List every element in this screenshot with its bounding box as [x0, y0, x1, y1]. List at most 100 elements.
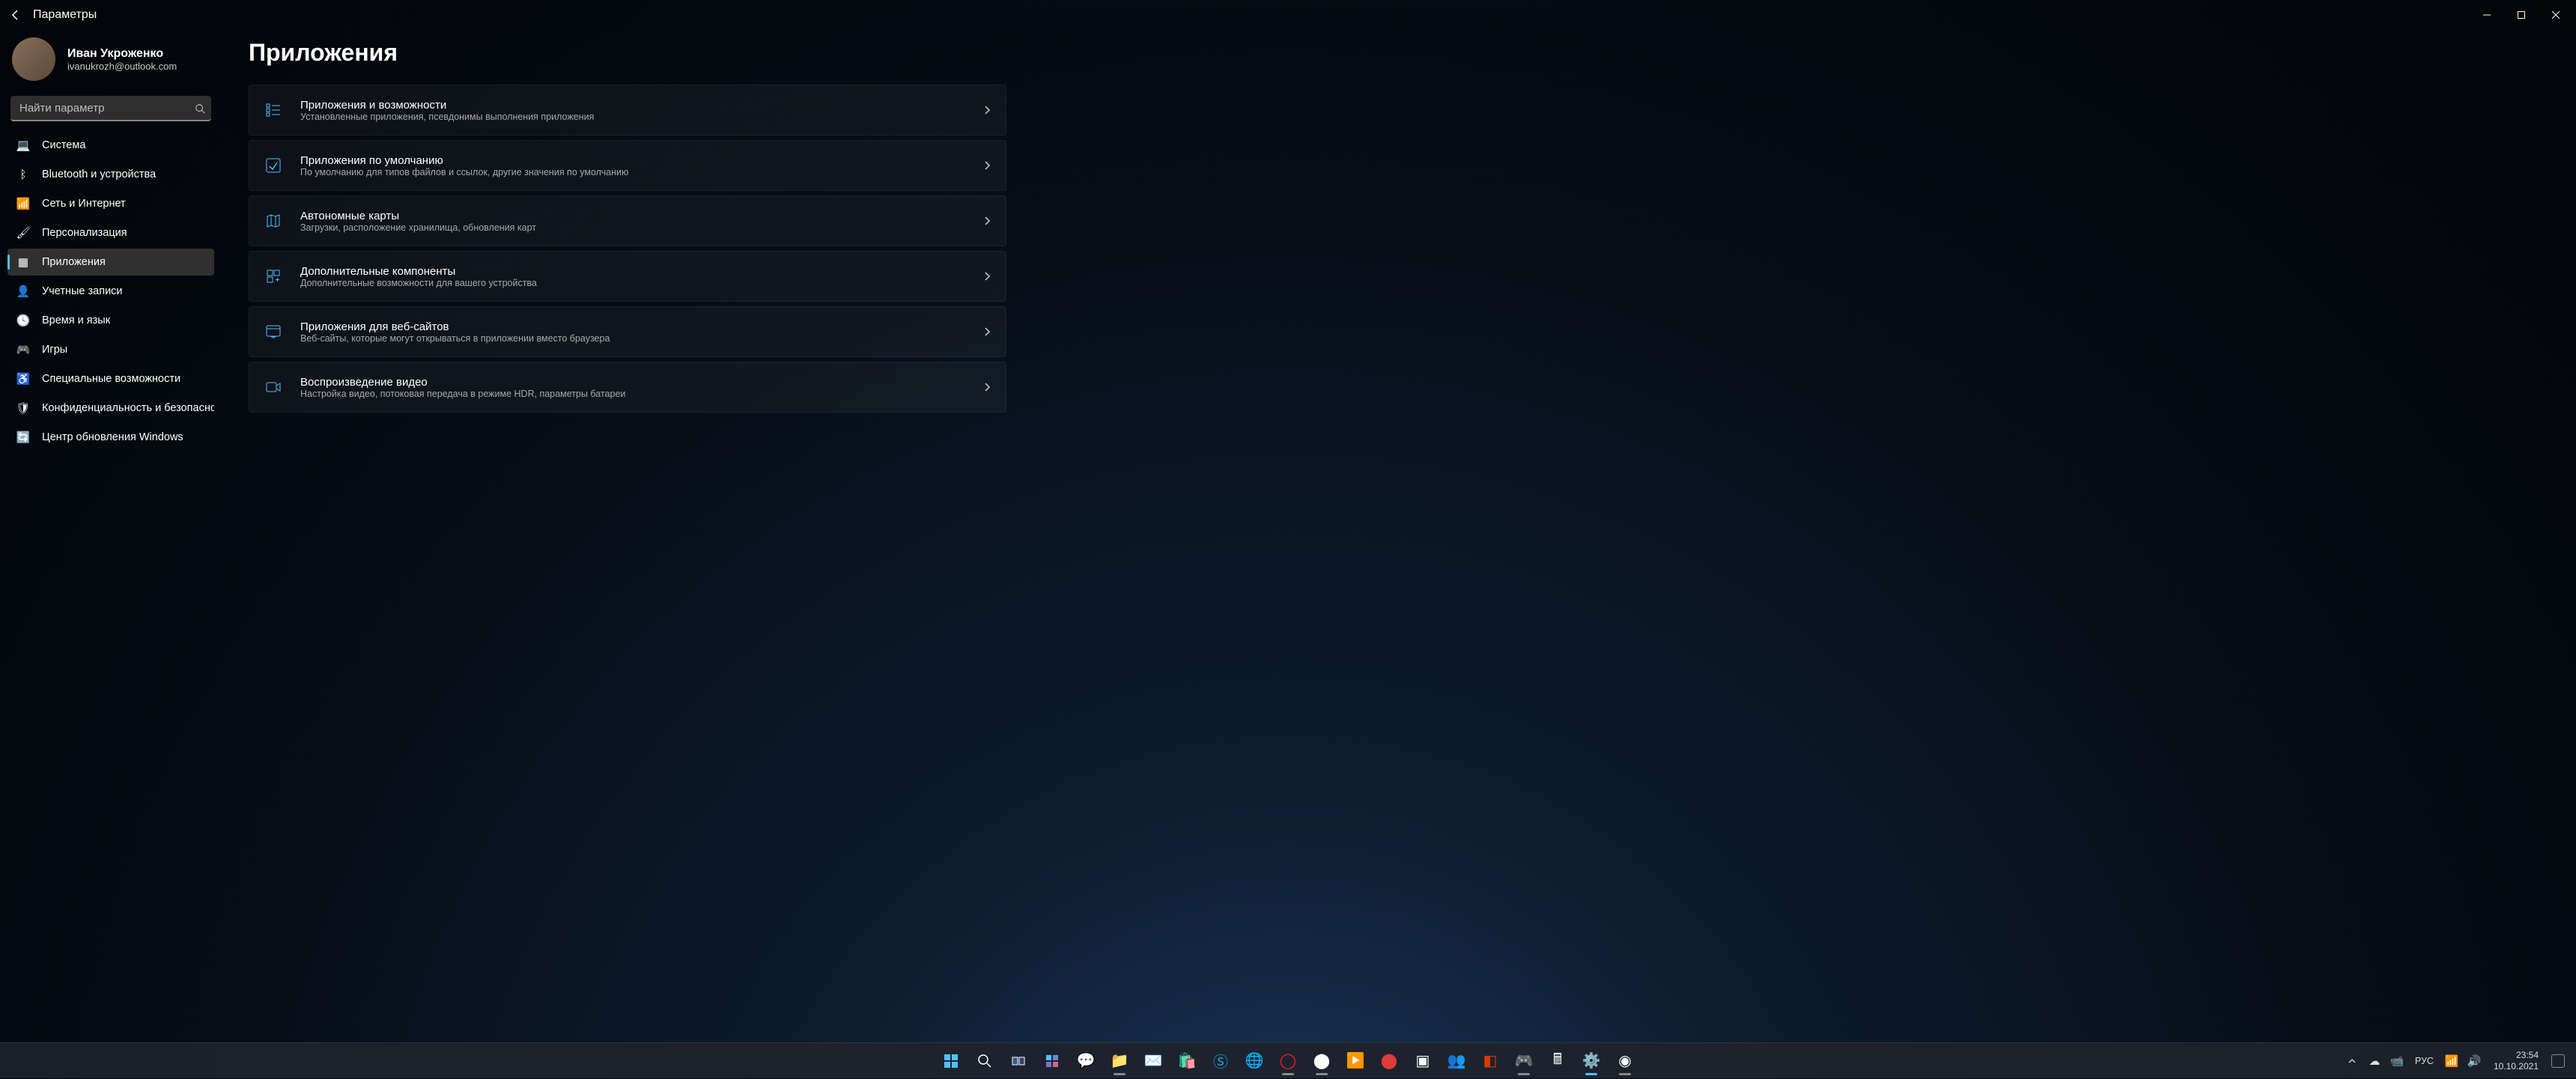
websites-icon	[264, 323, 282, 341]
tb-teams[interactable]: 👥	[1441, 1045, 1472, 1077]
gear-icon: ⚙️	[1582, 1051, 1601, 1070]
tb-calc[interactable]: 🖩	[1542, 1045, 1573, 1077]
sidebar-item-network[interactable]: 📶Сеть и Интернет	[7, 190, 214, 217]
tb-opera[interactable]: ◯	[1272, 1045, 1304, 1077]
tb-discord[interactable]: 🎮	[1508, 1045, 1540, 1077]
skype-icon: Ⓢ	[1213, 1050, 1228, 1072]
sidebar-item-accessibility[interactable]: ♿Специальные возможности	[7, 365, 214, 392]
time-icon: 🕓	[16, 314, 30, 327]
taskbar: 💬 📁 ✉️ 🛍️ Ⓢ 🌐 ◯ ⬤ ▶️ ⬤ ▣ 👥 ◧ 🎮 🖩 ⚙️ ◉ ☁ …	[0, 1042, 2576, 1078]
obs-icon: ◉	[1618, 1051, 1631, 1070]
tb-explorer[interactable]: 📁	[1104, 1045, 1135, 1077]
settings-card[interactable]: Приложения по умолчаниюПо умолчанию для …	[249, 140, 1006, 191]
chevron-right-icon	[983, 326, 991, 337]
onedrive-icon[interactable]: ☁	[2364, 1043, 2385, 1079]
sidebar-item-label: Конфиденциальность и безопасность	[42, 402, 214, 414]
sidebar-item-gaming[interactable]: 🎮Игры	[7, 336, 214, 363]
meet-now-icon[interactable]: 📹	[2387, 1043, 2408, 1079]
tb-app2[interactable]: ▣	[1407, 1045, 1439, 1077]
volume-tray-icon[interactable]: 🔊	[2464, 1043, 2485, 1079]
steam-icon: ⬤	[1313, 1051, 1330, 1070]
language-indicator[interactable]: РУС	[2409, 1056, 2440, 1066]
account-block[interactable]: Иван Укроженко ivanukrozh@outlook.com	[7, 30, 214, 96]
tb-app1[interactable]: ⬤	[1373, 1045, 1405, 1077]
card-title: Дополнительные компоненты	[300, 265, 537, 278]
settings-card[interactable]: Автономные картыЗагрузки, расположение х…	[249, 195, 1006, 246]
bluetooth-icon: ᛒ	[16, 168, 30, 181]
sidebar-item-time[interactable]: 🕓 Время и язык	[7, 307, 214, 334]
window-title: Параметры	[33, 8, 97, 22]
sidebar-item-privacy[interactable]: 🛡Конфиденциальность и безопасность	[7, 395, 214, 422]
settings-card[interactable]: Дополнительные компонентыДополнительные …	[249, 251, 1006, 302]
back-button[interactable]	[3, 2, 28, 28]
tray-chevron[interactable]	[2342, 1043, 2363, 1079]
app-icon: ▣	[1416, 1051, 1430, 1070]
sidebar-item-personalization[interactable]: 🖌Персонализация	[7, 219, 214, 246]
app-icon: ⬤	[1381, 1051, 1397, 1070]
taskbar-search[interactable]	[969, 1045, 1000, 1077]
calc-icon: 🖩	[1553, 1048, 1562, 1074]
settings-card[interactable]: Приложения для веб-сайтовВеб-сайты, кото…	[249, 306, 1006, 357]
epic-icon: ▶️	[1346, 1051, 1365, 1070]
maximize-button[interactable]	[2504, 3, 2539, 27]
taskbar-center: 💬 📁 ✉️ 🛍️ Ⓢ 🌐 ◯ ⬤ ▶️ ⬤ ▣ 👥 ◧ 🎮 🖩 ⚙️ ◉	[935, 1045, 1641, 1077]
sidebar-item-label: Приложения	[42, 256, 106, 268]
tb-steam[interactable]: ⬤	[1306, 1045, 1337, 1077]
teams-icon: 👥	[1448, 1051, 1466, 1070]
mail-icon: ✉️	[1144, 1051, 1163, 1070]
chat-icon: 💬	[1077, 1051, 1096, 1070]
video-icon	[264, 378, 282, 396]
apps-icon: ▦	[16, 255, 30, 269]
widgets[interactable]	[1036, 1045, 1068, 1077]
start-button[interactable]	[935, 1045, 967, 1077]
task-view[interactable]	[1003, 1045, 1034, 1077]
search-input[interactable]	[10, 96, 211, 121]
sidebar-item-label: Центр обновления Windows	[42, 431, 183, 443]
settings-card[interactable]: Приложения и возможностиУстановленные пр…	[249, 85, 1006, 136]
settings-card[interactable]: Воспроизведение видеоНастройка видео, по…	[249, 362, 1006, 413]
sidebar-item-apps[interactable]: ▦ Приложения	[7, 249, 214, 276]
chevron-right-icon	[983, 216, 991, 226]
sidebar-item-system[interactable]: 💻Система	[7, 132, 214, 159]
sidebar-item-update[interactable]: 🔄 Центр обновления Windows	[7, 424, 214, 451]
chevron-right-icon	[983, 160, 991, 171]
network-icon: 📶	[16, 197, 30, 210]
network-tray-icon[interactable]: 📶	[2441, 1043, 2462, 1079]
tb-mail[interactable]: ✉️	[1137, 1045, 1169, 1077]
system-icon: 💻	[16, 139, 30, 152]
sidebar-item-bluetooth[interactable]: ᛒBluetooth и устройства	[7, 161, 214, 188]
update-icon: 🔄	[16, 431, 30, 444]
titlebar: Параметры	[0, 0, 2576, 30]
minimize-button[interactable]	[2470, 3, 2504, 27]
card-desc: Дополнительные возможности для вашего ус…	[300, 278, 537, 288]
tb-store[interactable]: 🛍️	[1171, 1045, 1203, 1077]
clock-time: 23:54	[2516, 1050, 2539, 1060]
card-desc: Загрузки, расположение хранилища, обновл…	[300, 222, 536, 233]
tb-edge[interactable]: 🌐	[1239, 1045, 1270, 1077]
search-icon	[195, 103, 205, 114]
avatar	[12, 37, 55, 81]
account-name: Иван Укроженко	[67, 47, 177, 61]
sidebar-item-label: Время и язык	[42, 314, 110, 326]
account-email: ivanukrozh@outlook.com	[67, 61, 177, 72]
chat[interactable]: 💬	[1070, 1045, 1102, 1077]
notifications-button[interactable]	[2548, 1043, 2569, 1079]
sidebar: Иван Укроженко ivanukrozh@outlook.com 💻С…	[0, 30, 222, 1042]
tb-obs[interactable]: ◉	[1609, 1045, 1641, 1077]
edge-icon: 🌐	[1245, 1051, 1264, 1070]
windows-icon	[943, 1053, 959, 1069]
page-title: Приложения	[249, 39, 2546, 67]
tb-skype[interactable]: Ⓢ	[1205, 1045, 1236, 1077]
tb-office[interactable]: ◧	[1474, 1045, 1506, 1077]
close-button[interactable]	[2539, 3, 2573, 27]
maps-icon	[264, 212, 282, 230]
tb-settings[interactable]: ⚙️	[1576, 1045, 1607, 1077]
opera-icon: ◯	[1280, 1051, 1296, 1070]
sidebar-item-accounts[interactable]: 👤Учетные записи	[7, 278, 214, 305]
tb-epic[interactable]: ▶️	[1340, 1045, 1371, 1077]
card-title: Приложения и возможности	[300, 99, 594, 112]
sidebar-item-label: Игры	[42, 344, 67, 356]
main: Приложения Приложения и возможностиУстан…	[222, 30, 2576, 1042]
clock[interactable]: 23:54 10.10.2021	[2486, 1050, 2546, 1072]
card-desc: Настройка видео, потоковая передача в ре…	[300, 389, 625, 399]
